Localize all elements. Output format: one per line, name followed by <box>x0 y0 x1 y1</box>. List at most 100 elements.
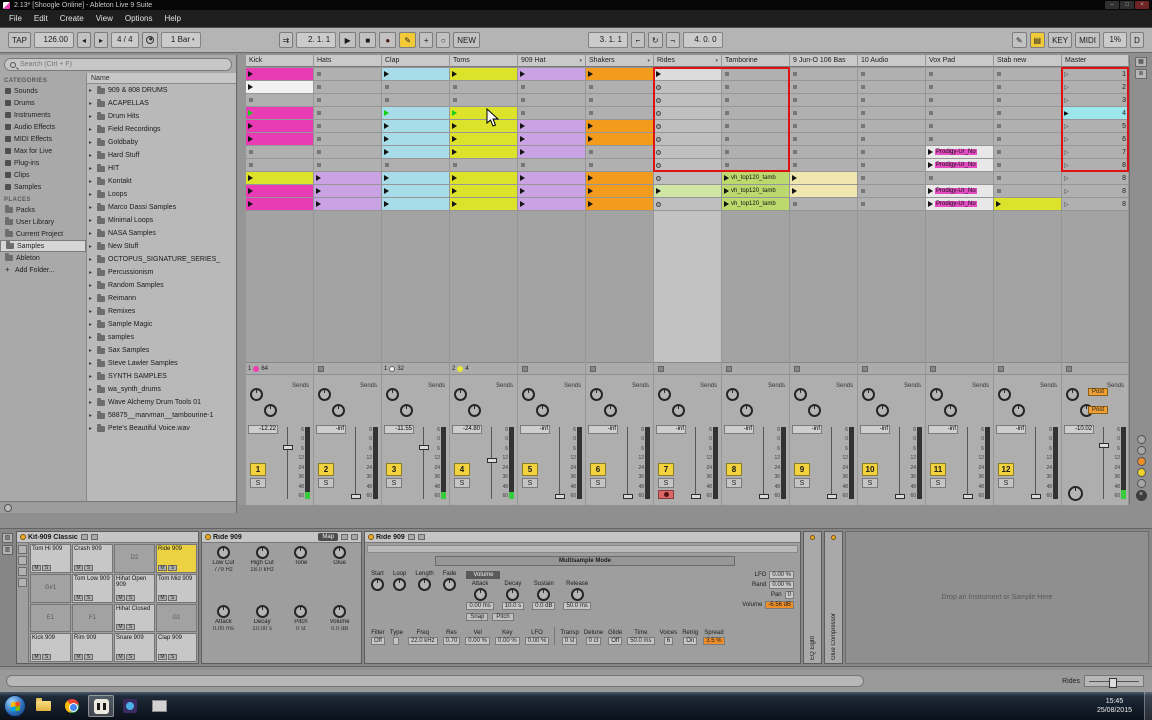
empty-clip-slot[interactable] <box>858 185 925 197</box>
empty-clip-slot[interactable] <box>654 81 721 93</box>
stop-all-clips-button[interactable] <box>1066 365 1072 372</box>
clip-slot[interactable] <box>790 172 857 184</box>
scene-slot-11[interactable]: ▷ 8 <box>1062 198 1128 210</box>
file-item-nasa-samples[interactable]: ▸ NASA Samples <box>87 227 236 240</box>
clip-slot[interactable] <box>246 81 313 93</box>
empty-clip-slot[interactable] <box>654 146 721 158</box>
record-arm-button[interactable] <box>658 490 674 499</box>
file-item-hit[interactable]: ▸ HIT <box>87 162 236 175</box>
param-knob[interactable] <box>537 588 551 601</box>
empty-clip-slot[interactable] <box>790 159 857 171</box>
send-a-knob[interactable] <box>522 388 535 401</box>
track-activator-button[interactable]: 6 <box>590 463 606 476</box>
volume-fader[interactable] <box>623 427 633 499</box>
clip-slot[interactable] <box>586 133 653 145</box>
collapsed-device-glue-compressor[interactable]: Glue Compressor <box>824 531 843 664</box>
file-item-field-recordings[interactable]: ▸ Field Recordings <box>87 123 236 136</box>
track-header-10-audio[interactable]: 10 Audio <box>858 55 925 67</box>
send-a-knob[interactable] <box>862 388 875 401</box>
clip-slot[interactable] <box>314 172 381 184</box>
file-item-octopus-signature-series[interactable]: ▸ OCTOPUS_SIGNATURE_SERIES_ <box>87 253 236 266</box>
pad-mute-button[interactable]: M <box>32 564 41 571</box>
empty-clip-slot[interactable] <box>926 120 993 132</box>
empty-clip-slot[interactable] <box>450 81 517 93</box>
clip-slot[interactable]: vh_top120_tamb <box>722 185 789 197</box>
map-mode-button[interactable]: Map <box>318 533 338 541</box>
param-value[interactable]: 50.0 ms <box>627 637 655 645</box>
empty-clip-slot[interactable] <box>586 94 653 106</box>
volume-fader[interactable] <box>1099 427 1109 499</box>
param-value[interactable]: 50.0 ms <box>563 602 591 610</box>
param-knob[interactable] <box>418 578 432 591</box>
device-on-icon[interactable] <box>205 534 211 540</box>
clip-slot[interactable] <box>246 172 313 184</box>
pad-mute-button[interactable]: M <box>116 624 125 631</box>
clip-slot[interactable] <box>518 172 585 184</box>
returns-show-toggle[interactable] <box>1136 446 1146 455</box>
place-add-folder[interactable]: + Add Folder... <box>0 264 86 276</box>
track-activator-button[interactable]: 4 <box>454 463 470 476</box>
track-header-rides[interactable]: Rides ▾ <box>654 55 721 67</box>
send-b-knob[interactable] <box>604 404 617 417</box>
collapsed-device-eq-eight[interactable]: EQ Eight <box>803 531 822 664</box>
volume-value[interactable]: -inf <box>656 425 686 434</box>
file-item-58875-marvman-tambourine-1[interactable]: ▸ 58875__marvman__tambourine-1 <box>87 409 236 422</box>
volume-fader[interactable] <box>487 427 497 499</box>
automation-arm-button[interactable]: ✎ <box>399 32 417 48</box>
param-value[interactable]: 0.00 % <box>524 637 550 645</box>
file-item-drum-hits[interactable]: ▸ Drum Hits <box>87 110 236 123</box>
start-button[interactable] <box>4 695 26 717</box>
clip-slot[interactable] <box>246 107 313 119</box>
drum-pad-f1[interactable]: F1 <box>72 603 113 633</box>
menu-create[interactable]: Create <box>54 12 90 25</box>
drum-pad-kick-909[interactable]: Kick 909 M S <box>30 633 71 662</box>
clip-slot[interactable] <box>654 185 721 197</box>
file-item-reimann[interactable]: ▸ Reimann <box>87 292 236 305</box>
param-value[interactable]: Off <box>371 637 385 645</box>
track-header-shakers[interactable]: Shakers ▾ <box>586 55 653 67</box>
param-value[interactable]: 22.0 kHz <box>407 637 438 645</box>
pad-solo-button[interactable]: S <box>126 654 135 660</box>
file-item-marco-dassi-samples[interactable]: ▸ Marco Dassi Samples <box>87 201 236 214</box>
param-value[interactable]: 0.00 % <box>494 637 520 645</box>
volume-fader[interactable] <box>283 427 293 499</box>
hot-swap-icon[interactable] <box>407 534 415 540</box>
clip-slot[interactable]: Prodigy-Ur_No <box>926 185 993 197</box>
empty-clip-slot[interactable] <box>926 94 993 106</box>
track-header-kick[interactable]: Kick <box>246 55 313 67</box>
scene-slot-2[interactable]: ▷ 2 <box>1062 81 1128 93</box>
volume-fader[interactable] <box>691 427 701 499</box>
empty-clip-slot[interactable] <box>722 133 789 145</box>
track-activator-button[interactable]: 12 <box>998 463 1014 476</box>
track-header-tamborine[interactable]: Tamborine <box>722 55 789 67</box>
macro-rack-title-bar[interactable]: Ride 909 Map <box>202 532 361 543</box>
send-b-knob[interactable] <box>536 404 549 417</box>
file-item-pete-s-beautiful-voice-wav[interactable]: ▸ Pete's Beautiful Voice.wav <box>87 422 236 435</box>
nudge-down-button[interactable]: ◂ <box>76 32 91 48</box>
send-a-knob[interactable] <box>454 388 467 401</box>
drum-pad-snare-909[interactable]: Snare 909 M S <box>114 633 155 662</box>
overdub-button[interactable]: + <box>419 32 434 48</box>
empty-clip-slot[interactable] <box>450 159 517 171</box>
empty-clip-slot[interactable] <box>926 133 993 145</box>
clip-slot[interactable]: Prodigy-Ur_No <box>926 146 993 158</box>
zone-editor-strip[interactable] <box>367 545 798 553</box>
empty-clip-slot[interactable] <box>790 120 857 132</box>
volume-fader[interactable] <box>895 427 905 499</box>
empty-clip-slot[interactable] <box>586 159 653 171</box>
toggle-pitch[interactable]: Pitch <box>492 613 514 621</box>
solo-button[interactable]: S <box>658 478 674 488</box>
punch-in-button[interactable]: ⌐ <box>630 32 645 48</box>
track-activator-button[interactable]: 11 <box>930 463 946 476</box>
empty-clip-slot[interactable] <box>314 159 381 171</box>
macro-value[interactable]: 0 st <box>296 626 306 632</box>
clip-slot[interactable] <box>586 198 653 210</box>
track-stop-button[interactable] <box>930 365 936 372</box>
taskbar-clock[interactable]: 15:45 25/08/2015 <box>1089 697 1140 715</box>
solo-button[interactable]: S <box>794 478 810 488</box>
fader-handle[interactable] <box>623 494 633 499</box>
loop-button[interactable]: ↻ <box>647 32 663 48</box>
place-packs[interactable]: Packs <box>0 204 86 216</box>
pad-solo-button[interactable]: S <box>126 594 135 601</box>
send-b-knob[interactable] <box>468 404 481 417</box>
